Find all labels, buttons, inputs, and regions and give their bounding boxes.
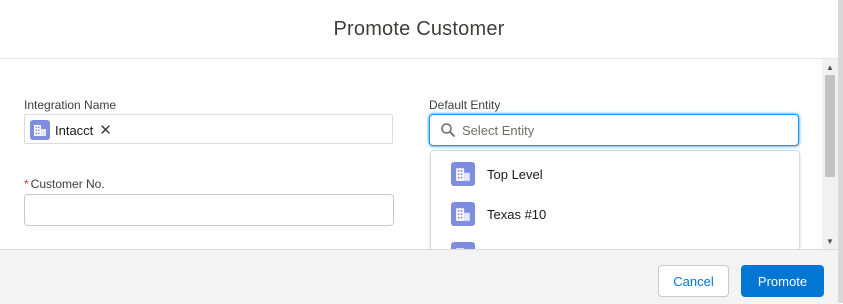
scrollbar-thumb[interactable] (825, 75, 835, 177)
search-icon (440, 122, 456, 138)
building-icon (451, 202, 475, 226)
scroll-down-arrow-icon[interactable]: ▼ (822, 233, 838, 249)
customer-no-label: * Customer No. (24, 177, 105, 191)
window-edge (838, 0, 843, 303)
default-entity-label: Default Entity (429, 98, 501, 112)
promote-customer-modal: Promote Customer Integration Name Intacc… (0, 0, 843, 304)
entity-search-combobox[interactable] (429, 114, 799, 146)
modal-footer: Cancel Promote (0, 249, 838, 304)
building-icon (451, 162, 475, 186)
scroll-up-arrow-icon[interactable]: ▲ (822, 59, 838, 75)
entity-option-label: Top Level (487, 166, 543, 182)
integration-name-label: Integration Name (24, 98, 117, 112)
entity-option-label: Texas #10 (487, 206, 547, 222)
modal-body: Integration Name Intacct ✕ * Customer No… (0, 59, 822, 249)
close-icon[interactable]: ✕ (99, 123, 112, 138)
integration-name-field[interactable]: Intacct ✕ (24, 114, 393, 144)
modal-header: Promote Customer (0, 0, 838, 59)
integration-pill-label: Intacct (55, 122, 94, 138)
required-marker: * (24, 177, 29, 191)
integration-pill: Intacct ✕ (30, 120, 112, 140)
promote-button[interactable]: Promote (741, 265, 824, 297)
building-icon (30, 120, 50, 140)
modal-title: Promote Customer (333, 17, 505, 40)
entity-option-partial[interactable] (431, 236, 799, 249)
customer-no-label-text: Customer No. (30, 177, 105, 191)
building-icon (451, 242, 475, 249)
customer-no-input[interactable] (24, 194, 394, 226)
entity-dropdown-list: Top Level Texas #10 (430, 150, 800, 249)
vertical-scrollbar[interactable]: ▲ ▼ (822, 59, 838, 249)
entity-option-texas-10[interactable]: Texas #10 (431, 196, 799, 232)
entity-option-top-level[interactable]: Top Level (431, 156, 799, 192)
cancel-button[interactable]: Cancel (658, 265, 729, 297)
entity-search-input[interactable] (462, 121, 782, 139)
